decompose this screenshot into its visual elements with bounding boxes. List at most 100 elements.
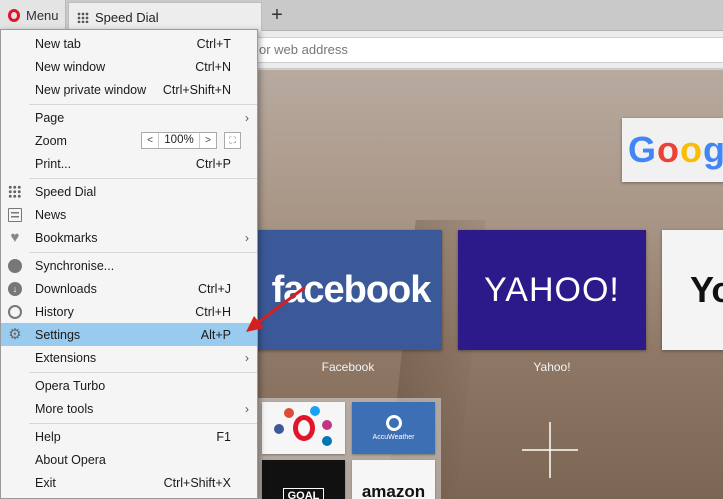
fullscreen-button[interactable]: ⛶ xyxy=(224,132,241,149)
zoom-control: < 100% > xyxy=(141,132,217,149)
menu-item-label: Synchronise... xyxy=(35,258,115,273)
menu-item-shortcut: Ctrl+Shift+N xyxy=(162,82,231,97)
address-input[interactable]: or web address xyxy=(240,37,723,63)
google-plus-icon xyxy=(284,408,294,418)
clock-icon xyxy=(8,304,22,319)
menu-item-about-opera[interactable]: About Opera xyxy=(1,448,257,471)
menu-item-bookmarks[interactable]: ♥ Bookmarks › xyxy=(1,226,257,249)
menu-item-new-window[interactable]: New window Ctrl+N xyxy=(1,55,257,78)
menu-item-shortcut: F1 xyxy=(216,429,231,444)
yahoo-tile-label: Yahoo! xyxy=(533,360,571,374)
menu-item-shortcut: Ctrl+N xyxy=(195,59,231,74)
menu-item-shortcut: Ctrl+P xyxy=(195,156,231,171)
menu-item-news[interactable]: News xyxy=(1,203,257,226)
google-logo: Goog xyxy=(627,129,723,170)
zoom-out-button[interactable]: < xyxy=(142,133,158,148)
menu-item-zoom: Zoom < 100% > ⛶ xyxy=(1,129,257,152)
amazon-logo: amazon xyxy=(361,482,426,499)
menu-item-settings[interactable]: ⚙ Settings Alt+P xyxy=(1,323,257,346)
menu-item-label: New private window xyxy=(35,82,147,97)
menu-item-label: More tools xyxy=(35,401,94,416)
menu-item-print[interactable]: Print... Ctrl+P xyxy=(1,152,257,175)
tab-title: Speed Dial xyxy=(95,9,159,25)
annotation-arrow-icon xyxy=(246,286,306,332)
folder-tile-amazon[interactable]: amazon xyxy=(352,460,435,499)
menu-item-synchronise[interactable]: Synchronise... xyxy=(1,254,257,277)
folder-tile-social[interactable] xyxy=(262,402,345,454)
tab-strip: Menu Speed Dial + xyxy=(0,0,723,31)
twitter-icon xyxy=(310,406,320,416)
opera-o-icon xyxy=(292,415,315,441)
speed-dial-tile-yahoo[interactable]: YAHOO! xyxy=(458,230,646,350)
linkedin-icon xyxy=(322,436,332,446)
menu-item-label: New window xyxy=(35,59,106,74)
menu-item-label: Page xyxy=(35,110,65,125)
speed-dial-tile-google[interactable]: Goog xyxy=(622,118,723,182)
menu-item-shortcut: Ctrl+J xyxy=(198,281,231,296)
opera-menu-button[interactable]: Menu xyxy=(0,0,66,31)
menu-item-shortcut: Ctrl+Shift+X xyxy=(163,475,231,490)
speed-dial-grid-icon xyxy=(77,11,89,23)
news-icon xyxy=(8,207,22,222)
menu-item-new-tab[interactable]: New tab Ctrl+T xyxy=(1,32,257,55)
menu-item-page[interactable]: Page › xyxy=(1,106,257,129)
heart-icon: ♥ xyxy=(10,228,20,246)
tab-speed-dial[interactable]: Speed Dial xyxy=(68,2,262,31)
menu-item-speed-dial[interactable]: Speed Dial xyxy=(1,180,257,203)
zoom-in-button[interactable]: > xyxy=(200,133,216,148)
sun-icon xyxy=(385,415,402,431)
accuweather-text: AccuWeather xyxy=(372,434,415,441)
menu-item-shortcut: Ctrl+H xyxy=(195,304,231,319)
menu-item-label: Help xyxy=(35,429,61,444)
menu-item-label: About Opera xyxy=(35,452,106,467)
menu-item-help[interactable]: Help F1 xyxy=(1,425,257,448)
menu-item-label: New tab xyxy=(35,36,81,51)
menu-item-more-tools[interactable]: More tools › xyxy=(1,397,257,420)
menu-item-extensions[interactable]: Extensions › xyxy=(1,346,257,369)
speed-dial-tile-partial[interactable]: Yo xyxy=(662,230,723,350)
menu-item-label: Downloads xyxy=(35,281,97,296)
new-tab-button[interactable]: + xyxy=(266,4,288,26)
submenu-arrow-icon: › xyxy=(245,401,249,416)
download-icon: ↓ xyxy=(8,281,22,296)
submenu-arrow-icon: › xyxy=(245,230,249,245)
submenu-arrow-icon: › xyxy=(245,350,249,365)
menu-item-label: News xyxy=(35,207,67,222)
menu-item-label: Settings xyxy=(35,327,81,342)
grid-icon xyxy=(8,184,22,199)
submenu-arrow-icon: › xyxy=(245,110,249,125)
gear-icon: ⚙ xyxy=(8,325,22,343)
menu-item-label: Exit xyxy=(35,475,56,490)
menu-item-downloads[interactable]: ↓ Downloads Ctrl+J xyxy=(1,277,257,300)
goal-logo: GOAL xyxy=(282,488,325,499)
partial-tile-logo: Yo xyxy=(690,269,723,310)
folder-tile-goal[interactable]: GOAL xyxy=(262,460,345,499)
menu-item-shortcut: Ctrl+T xyxy=(196,36,231,51)
menu-separator xyxy=(29,252,257,253)
menu-separator xyxy=(29,372,257,373)
menu-item-label: Opera Turbo xyxy=(35,378,106,393)
menu-item-opera-turbo[interactable]: Opera Turbo xyxy=(1,374,257,397)
instagram-icon xyxy=(322,420,332,430)
menu-separator xyxy=(29,178,257,179)
yahoo-logo: YAHOO! xyxy=(484,270,620,309)
menu-button-label: Menu xyxy=(26,8,59,23)
folder-tile-accuweather[interactable]: AccuWeather xyxy=(352,402,435,454)
account-icon xyxy=(8,258,22,273)
menu-item-label: Speed Dial xyxy=(35,184,97,199)
menu-item-new-private-window[interactable]: New private window Ctrl+Shift+N xyxy=(1,78,257,101)
menu-item-label: Zoom xyxy=(35,133,67,148)
menu-item-label: Extensions xyxy=(35,350,97,365)
add-speed-dial-button[interactable] xyxy=(522,422,578,478)
facebook-tile-label: Facebook xyxy=(321,360,375,374)
opera-main-menu: New tab Ctrl+T New window Ctrl+N New pri… xyxy=(0,29,258,499)
menu-item-history[interactable]: History Ctrl+H xyxy=(1,300,257,323)
menu-item-label: History xyxy=(35,304,74,319)
menu-item-label: Bookmarks xyxy=(35,230,98,245)
opera-logo-icon xyxy=(8,9,20,22)
menu-item-exit[interactable]: Exit Ctrl+Shift+X xyxy=(1,471,257,494)
menu-item-label: Print... xyxy=(35,156,72,171)
facebook-small-icon xyxy=(274,424,284,434)
zoom-level: 100% xyxy=(158,133,200,148)
menu-item-shortcut: Alt+P xyxy=(200,327,231,342)
